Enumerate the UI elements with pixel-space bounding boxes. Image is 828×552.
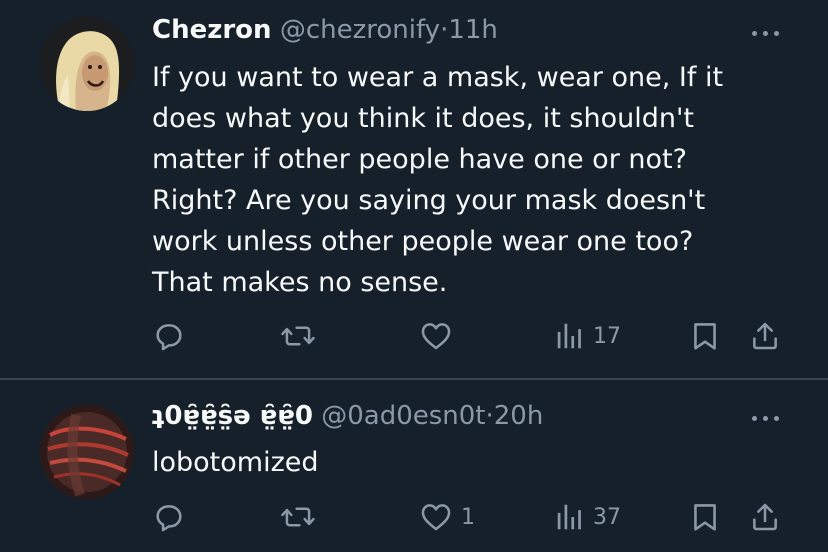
avatar[interactable] [40, 405, 134, 499]
timestamp[interactable]: 11h [448, 15, 498, 45]
share-icon [753, 322, 777, 350]
share-button[interactable] [749, 316, 781, 356]
tweet-text: If you want to wear a mask, wear one, If… [152, 62, 724, 298]
tweet-header: ʇ0ɐ̤̑ɐ̤̑s̤̑ǝ ɐ̤̑ɐ̤̑0 @0ad0esn0t·20h [152, 400, 543, 432]
avatar-image [40, 405, 134, 499]
display-name[interactable]: Chezron [152, 15, 272, 45]
display-name[interactable]: ʇ0ɐ̤̑ɐ̤̑s̤̑ǝ ɐ̤̑ɐ̤̑0 [152, 401, 313, 431]
share-button[interactable] [749, 497, 781, 537]
retweet-button[interactable] [280, 497, 324, 537]
like-count: 1 [461, 504, 475, 530]
user-handle[interactable]: @chezronify [280, 15, 440, 45]
views-icon [557, 504, 581, 530]
tweet-text: lobotomized [152, 447, 319, 478]
view-count: 37 [593, 504, 621, 530]
tweet[interactable]: ʇ0ɐ̤̑ɐ̤̑s̤̑ǝ ɐ̤̑ɐ̤̑0 @0ad0esn0t·20h lobo… [0, 380, 828, 552]
tweet-header: Chezron @chezronify·11h [152, 14, 498, 46]
more-icon[interactable] [752, 413, 782, 423]
avatar-image [40, 17, 134, 111]
like-icon [421, 504, 451, 531]
timestamp[interactable]: 20h [494, 401, 544, 431]
tweet[interactable]: Chezron @chezronify·11h If you want to w… [0, 0, 828, 378]
bookmark-button[interactable] [690, 316, 720, 356]
like-button[interactable]: 1 [419, 497, 475, 537]
views-button[interactable]: 17 [555, 316, 621, 356]
reply-icon [156, 324, 182, 351]
action-bar: 17 [0, 316, 828, 356]
views-button[interactable]: 37 [555, 497, 621, 537]
like-icon [421, 323, 451, 350]
share-icon [753, 503, 777, 531]
bookmark-icon [694, 323, 716, 350]
more-icon[interactable] [752, 28, 782, 38]
reply-button[interactable] [152, 316, 194, 356]
like-button[interactable] [419, 316, 461, 356]
views-icon [557, 323, 581, 349]
bookmark-icon [694, 504, 716, 531]
retweet-icon [281, 326, 315, 346]
separator-dot: · [485, 401, 494, 431]
reply-icon [156, 505, 182, 532]
retweet-button[interactable] [280, 316, 324, 356]
action-bar: 1 37 [0, 497, 828, 537]
reply-button[interactable] [152, 497, 194, 537]
retweet-icon [281, 507, 315, 527]
view-count: 17 [593, 323, 621, 349]
user-handle[interactable]: @0ad0esn0t [321, 401, 485, 431]
avatar[interactable] [40, 17, 134, 111]
bookmark-button[interactable] [690, 497, 720, 537]
